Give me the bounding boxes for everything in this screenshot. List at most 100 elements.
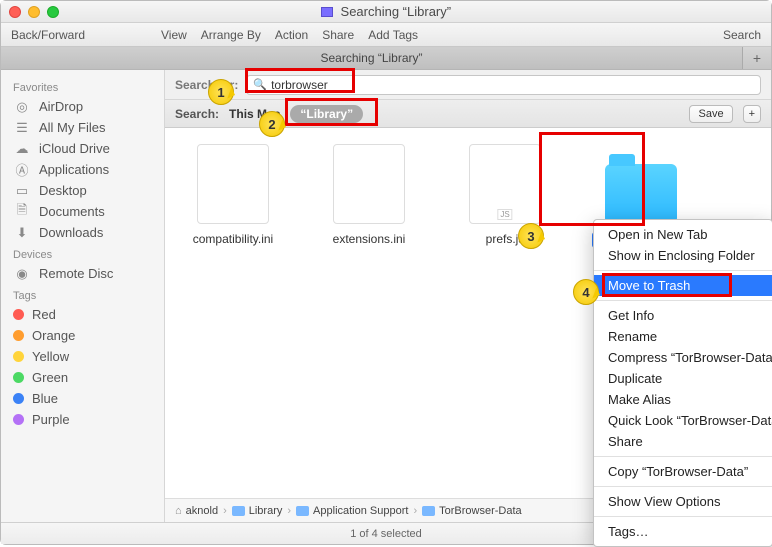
context-menu-item[interactable]: Copy “TorBrowser-Data” xyxy=(594,461,772,482)
sidebar-item-documents[interactable]: 🗎 Documents xyxy=(1,201,164,222)
search-menu[interactable]: Search xyxy=(723,28,761,42)
zoom-icon[interactable] xyxy=(47,6,59,18)
chevron-right-icon: › xyxy=(287,505,291,517)
tag-dot-icon xyxy=(13,309,24,320)
close-icon[interactable] xyxy=(9,6,21,18)
devices-header: Devices xyxy=(1,243,164,263)
sidebar-item-label: iCloud Drive xyxy=(39,141,110,156)
path-segment[interactable]: Application Support xyxy=(296,505,408,517)
context-menu: Open in New TabShow in Enclosing Folder M… xyxy=(593,219,772,547)
document-icon xyxy=(197,144,269,224)
action-menu[interactable]: Action xyxy=(275,28,308,42)
context-menu-item[interactable]: Get Info xyxy=(594,305,772,326)
context-menu-item[interactable]: Compress “TorBrowser-Data” xyxy=(594,347,772,368)
sidebar: Favorites ◎ AirDrop ☰All My Files ☁ iCloud… xyxy=(1,70,165,522)
add-tags-menu[interactable]: Add Tags xyxy=(368,28,418,42)
tag-dot-icon xyxy=(13,414,24,425)
sidebar-item-label: Remote Disc xyxy=(39,266,113,281)
sidebar-item-label: AirDrop xyxy=(39,99,83,114)
chevron-right-icon: › xyxy=(223,505,227,517)
share-menu[interactable]: Share xyxy=(322,28,354,42)
sidebar-tag-green[interactable]: Green xyxy=(1,367,164,388)
folder-icon xyxy=(605,164,677,224)
documents-icon: 🗎 xyxy=(13,205,31,219)
sidebar-tag-red[interactable]: Red xyxy=(1,304,164,325)
sidebar-item-icloud[interactable]: ☁ iCloud Drive xyxy=(1,138,164,159)
context-menu-item[interactable]: Tags… xyxy=(594,521,772,542)
sidebar-item-label: All My Files xyxy=(39,120,105,135)
desktop-icon: ▭ xyxy=(13,184,31,198)
file-item[interactable]: extensions.ini xyxy=(319,144,419,246)
remote-disc-icon: ◉ xyxy=(13,267,31,281)
path-label: Library xyxy=(249,505,283,517)
airdrop-icon: ◎ xyxy=(13,100,31,114)
folder-icon xyxy=(232,506,245,516)
context-menu-item[interactable]: Show in Enclosing Folder xyxy=(594,245,772,266)
downloads-icon: ⬇ xyxy=(13,226,31,240)
tab-searching-library[interactable]: Searching “Library” xyxy=(1,47,743,69)
context-menu-item[interactable]: Open in New Tab xyxy=(594,224,772,245)
sidebar-item-label: Red xyxy=(32,307,56,322)
minimize-icon[interactable] xyxy=(28,6,40,18)
context-menu-item[interactable]: Share xyxy=(594,431,772,452)
sidebar-item-downloads[interactable]: ⬇Downloads xyxy=(1,222,164,243)
applications-icon: Ⓐ xyxy=(13,163,31,177)
back-forward-button[interactable]: Back/Forward xyxy=(11,28,161,42)
file-item[interactable]: compatibility.ini xyxy=(183,144,283,246)
sidebar-item-label: Applications xyxy=(39,162,109,177)
status-text: 1 of 4 selected xyxy=(350,528,422,540)
sidebar-item-airdrop[interactable]: ◎ AirDrop xyxy=(1,96,164,117)
tag-dot-icon xyxy=(13,372,24,383)
sidebar-tag-purple[interactable]: Purple xyxy=(1,409,164,430)
context-menu-item[interactable]: Show View Options xyxy=(594,491,772,512)
path-segment[interactable]: ⌂ aknold xyxy=(175,505,218,517)
icloud-icon: ☁ xyxy=(13,142,31,156)
folder-icon xyxy=(296,506,309,516)
tag-dot-icon xyxy=(13,351,24,362)
toolbar-menus: View Arrange By Action Share Add Tags xyxy=(161,28,418,42)
path-label: aknold xyxy=(186,505,218,517)
search-input[interactable]: 🔍 torbrowser xyxy=(246,75,761,95)
sidebar-item-label: Yellow xyxy=(32,349,69,364)
sidebar-item-applications[interactable]: Ⓐ Applications xyxy=(1,159,164,180)
sidebar-item-label: Blue xyxy=(32,391,58,406)
sidebar-tag-orange[interactable]: Orange xyxy=(1,325,164,346)
search-for-bar: Search for: 🔍 torbrowser xyxy=(165,70,771,100)
add-criteria-button[interactable]: + xyxy=(743,105,761,123)
search-icon: 🔍 xyxy=(253,78,267,91)
sidebar-item-label: Documents xyxy=(39,204,105,219)
titlebar: Searching “Library” xyxy=(1,1,771,23)
new-tab-button[interactable]: + xyxy=(743,47,771,69)
context-menu-item[interactable]: Make Alias xyxy=(594,389,772,410)
sidebar-item-remote-disc[interactable]: ◉ Remote Disc xyxy=(1,263,164,284)
sidebar-item-label: Purple xyxy=(32,412,70,427)
scope-library[interactable]: “Library” xyxy=(290,105,363,123)
file-item[interactable]: prefs.js xyxy=(455,144,555,246)
chevron-right-icon: › xyxy=(413,505,417,517)
tag-dot-icon xyxy=(13,330,24,341)
favorites-header: Favorites xyxy=(1,76,164,96)
save-search-button[interactable]: Save xyxy=(689,105,732,123)
tag-dot-icon xyxy=(13,393,24,404)
sidebar-item-label: Desktop xyxy=(39,183,87,198)
view-menu[interactable]: View xyxy=(161,28,187,42)
sidebar-item-all-my-files[interactable]: ☰All My Files xyxy=(1,117,164,138)
context-menu-item[interactable]: Duplicate xyxy=(594,368,772,389)
context-menu-item[interactable]: Move to Trash xyxy=(594,275,772,296)
path-segment[interactable]: TorBrowser-Data xyxy=(422,505,522,517)
scope-this-mac[interactable]: This Mac xyxy=(229,107,280,121)
search-scope-bar: Search: This Mac “Library” Save + xyxy=(165,100,771,128)
context-menu-item[interactable]: Quick Look “TorBrowser-Data” xyxy=(594,410,772,431)
path-label: TorBrowser-Data xyxy=(439,505,522,517)
sidebar-tag-blue[interactable]: Blue xyxy=(1,388,164,409)
sidebar-tag-yellow[interactable]: Yellow xyxy=(1,346,164,367)
search-for-label: Search for: xyxy=(175,78,238,92)
document-icon xyxy=(333,144,405,224)
arrange-by-menu[interactable]: Arrange By xyxy=(201,28,261,42)
home-icon: ⌂ xyxy=(175,505,182,517)
sidebar-item-desktop[interactable]: ▭ Desktop xyxy=(1,180,164,201)
scope-label: Search: xyxy=(175,107,219,121)
path-segment[interactable]: Library xyxy=(232,505,283,517)
search-value: torbrowser xyxy=(271,78,328,92)
context-menu-item[interactable]: Rename xyxy=(594,326,772,347)
